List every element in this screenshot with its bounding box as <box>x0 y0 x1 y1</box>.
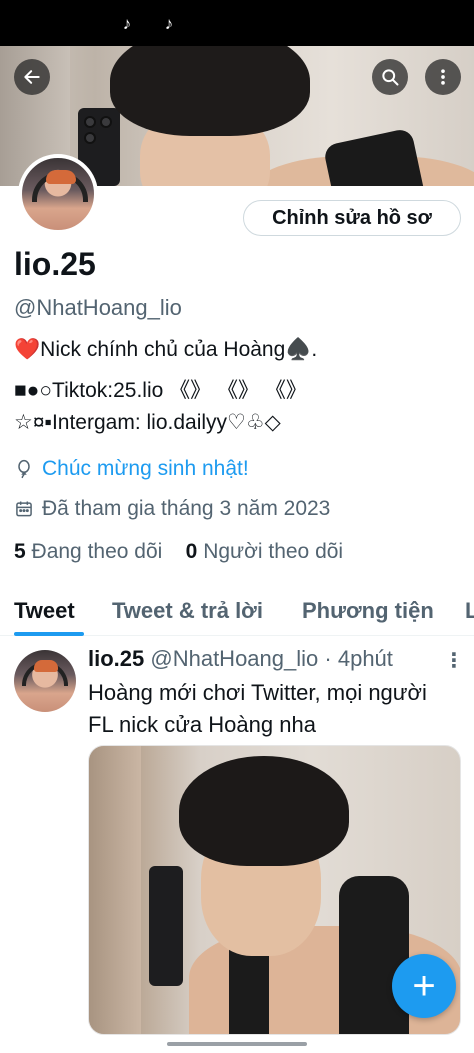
following-label: Đang theo dõi <box>31 540 163 563</box>
profile-avatar[interactable] <box>18 154 98 234</box>
followers-count: 0 <box>185 540 198 563</box>
edit-profile-button[interactable]: Chỉnh sửa hồ sơ <box>243 200 461 236</box>
tweet-author-name[interactable]: lio.25 <box>88 646 144 671</box>
calendar-icon <box>16 501 32 517</box>
joined-date: Đã tham gia tháng 3 năm 2023 <box>42 497 331 520</box>
tweet-separator: · <box>324 646 332 671</box>
birthday-row: Chúc mừng sinh nhật! <box>14 457 249 481</box>
bio-line-1: ❤️Nick chính chủ của Hoàng♠️. <box>14 338 318 361</box>
balloon-icon <box>18 459 30 479</box>
followers-label: Người theo dõi <box>203 540 344 563</box>
joined-row: Đã tham gia tháng 3 năm 2023 <box>14 497 330 521</box>
compose-tweet-button[interactable]: + <box>392 954 456 1018</box>
search-button[interactable] <box>372 59 408 95</box>
plus-icon: + <box>412 964 436 1008</box>
bio-line-3: ☆¤▪Intergam: lio.dailyy♡♧◇ <box>14 411 281 434</box>
more-options-button[interactable] <box>425 59 461 95</box>
banner-strap <box>322 127 428 186</box>
more-vertical-icon <box>441 69 445 85</box>
tweet-more-icon[interactable]: ⋮ <box>444 648 464 673</box>
search-icon <box>382 69 399 86</box>
active-tab-indicator <box>14 632 84 636</box>
tab-tweet[interactable]: Tweet <box>14 598 75 624</box>
arrow-left-icon <box>24 70 40 84</box>
tweet-text-line-2: FL nick cửa Hoàng nha <box>88 712 316 737</box>
media-hair <box>179 756 349 866</box>
profile-handle: @NhatHoang_lio <box>14 295 182 320</box>
media-wall <box>89 746 141 1034</box>
back-button[interactable] <box>14 59 50 95</box>
media-phone <box>149 866 183 986</box>
followers-link[interactable]: 0 Người theo dõi <box>186 540 343 563</box>
tweet-avatar-hair <box>34 660 58 672</box>
tweet-avatar[interactable] <box>14 650 76 712</box>
tiktok-icon: ♪ <box>122 14 132 33</box>
tab-tweets-and-replies[interactable]: Tweet & trả lời <box>112 598 263 624</box>
media-backpack-strap <box>339 876 409 1034</box>
bio-line-2: ■●○Tiktok:25.lio 《》 《》 《》 <box>14 379 307 402</box>
status-bar: ♪ ♪ <box>0 0 474 46</box>
tweet-time: 4phút <box>337 646 393 671</box>
profile-tabs: Tweet Tweet & trả lời Phương tiện L <box>0 590 474 636</box>
avatar-hair <box>46 170 76 184</box>
following-count: 5 <box>14 540 26 563</box>
tiktok-icon: ♪ <box>164 14 174 33</box>
tab-likes[interactable]: L <box>465 598 474 624</box>
tweet-text-line-1: Hoàng mới chơi Twitter, mọi người <box>88 680 427 705</box>
following-link[interactable]: 5 Đang theo dõi <box>14 540 162 563</box>
follow-stats: 5 Đang theo dõi 0 Người theo dõi <box>14 540 343 564</box>
banner-hair <box>110 46 310 136</box>
tab-media[interactable]: Phương tiện <box>302 598 434 624</box>
birthday-link[interactable]: Chúc mừng sinh nhật! <box>42 457 249 481</box>
profile-name: lio.25 <box>14 246 96 282</box>
home-indicator[interactable] <box>167 1042 307 1046</box>
tweet-author-handle[interactable]: @NhatHoang_lio <box>150 646 318 671</box>
tweet-header: lio.25 @NhatHoang_lio · 4phút <box>88 646 393 672</box>
